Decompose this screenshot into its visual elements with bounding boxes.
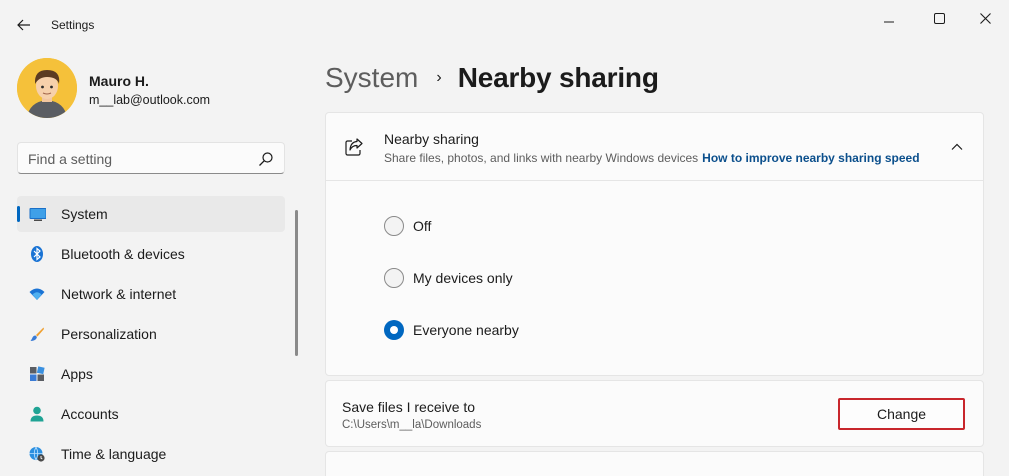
sidebar-item-label: Time & language <box>61 446 167 462</box>
radio-circle[interactable] <box>384 268 404 288</box>
sidebar-scrollbar[interactable] <box>295 210 298 356</box>
radio-circle[interactable] <box>384 216 404 236</box>
breadcrumb-parent[interactable]: System <box>325 62 418 94</box>
title-bar: Settings <box>0 0 1009 48</box>
person-icon <box>30 406 44 422</box>
arrow-left-icon <box>17 19 30 31</box>
description-text: Share files, photos, and links with near… <box>384 151 699 165</box>
next-setting-card <box>325 451 984 476</box>
help-link[interactable]: How to improve nearby sharing speed <box>702 151 919 165</box>
globe-clock-icon <box>29 446 45 462</box>
share-icon <box>345 138 363 156</box>
radio-label: My devices only <box>413 270 513 286</box>
sidebar-item-bluetooth[interactable]: Bluetooth & devices <box>17 236 285 272</box>
save-files-card: Save files I receive to C:\Users\m__la\D… <box>325 380 984 447</box>
sidebar-nav: System Bluetooth & devices Network & int… <box>17 196 285 476</box>
radio-everyone-nearby[interactable]: Everyone nearby <box>384 319 519 341</box>
radio-label: Everyone nearby <box>413 322 519 338</box>
wifi-icon <box>29 288 45 300</box>
nearby-sharing-card: Nearby sharing Share files, photos, and … <box>325 112 984 376</box>
sidebar-item-time-language[interactable]: Time & language <box>17 436 285 472</box>
minimize-icon <box>884 21 894 23</box>
sidebar-item-label: Apps <box>61 366 93 382</box>
sidebar-item-label: Bluetooth & devices <box>61 246 185 262</box>
page-title: Nearby sharing <box>457 62 659 93</box>
change-button[interactable]: Change <box>838 398 965 430</box>
radio-circle-selected[interactable] <box>384 320 404 340</box>
sidebar-item-apps[interactable]: Apps <box>17 356 285 392</box>
user-email: m__lab@outlook.com <box>89 93 211 107</box>
maximize-icon <box>933 12 945 24</box>
sidebar-item-label: Accounts <box>61 406 119 422</box>
search-icon[interactable] <box>258 151 274 167</box>
nearby-sharing-title: Nearby sharing <box>384 131 479 147</box>
sidebar-item-label: System <box>61 206 108 222</box>
sidebar-item-label: Network & internet <box>61 286 177 302</box>
maximize-button[interactable] <box>916 8 962 28</box>
search-box[interactable] <box>17 142 285 174</box>
minimize-button[interactable] <box>866 8 912 28</box>
radio-label: Off <box>413 218 432 234</box>
monitor-icon <box>29 208 46 221</box>
user-avatar-icon <box>17 58 77 118</box>
avatar[interactable] <box>17 58 77 118</box>
close-button[interactable] <box>962 8 1008 28</box>
sidebar-item-label: Personalization <box>61 326 157 342</box>
sidebar-item-network[interactable]: Network & internet <box>17 276 285 312</box>
save-files-title: Save files I receive to <box>342 399 476 415</box>
user-name: Mauro H. <box>89 73 149 89</box>
nearby-sharing-header[interactable]: Nearby sharing Share files, photos, and … <box>326 113 983 181</box>
sidebar-item-personalization[interactable]: Personalization <box>17 316 285 352</box>
search-input[interactable] <box>28 149 248 169</box>
sidebar-item-system[interactable]: System <box>17 196 285 232</box>
paintbrush-icon <box>30 327 44 341</box>
radio-off[interactable]: Off <box>384 215 431 237</box>
bluetooth-icon <box>31 246 43 262</box>
breadcrumb-separator: › <box>436 69 442 86</box>
apps-icon <box>30 366 45 381</box>
radio-my-devices-only[interactable]: My devices only <box>384 267 513 289</box>
app-title: Settings <box>51 18 95 32</box>
nearby-sharing-description: Share files, photos, and links with near… <box>384 151 920 165</box>
save-files-path: C:\Users\m__la\Downloads <box>342 419 482 431</box>
chevron-up-icon[interactable] <box>950 140 964 154</box>
back-button[interactable] <box>10 12 38 38</box>
close-icon <box>979 12 991 24</box>
sidebar-item-accounts[interactable]: Accounts <box>17 396 285 432</box>
breadcrumb: System › Nearby sharing <box>325 58 659 98</box>
